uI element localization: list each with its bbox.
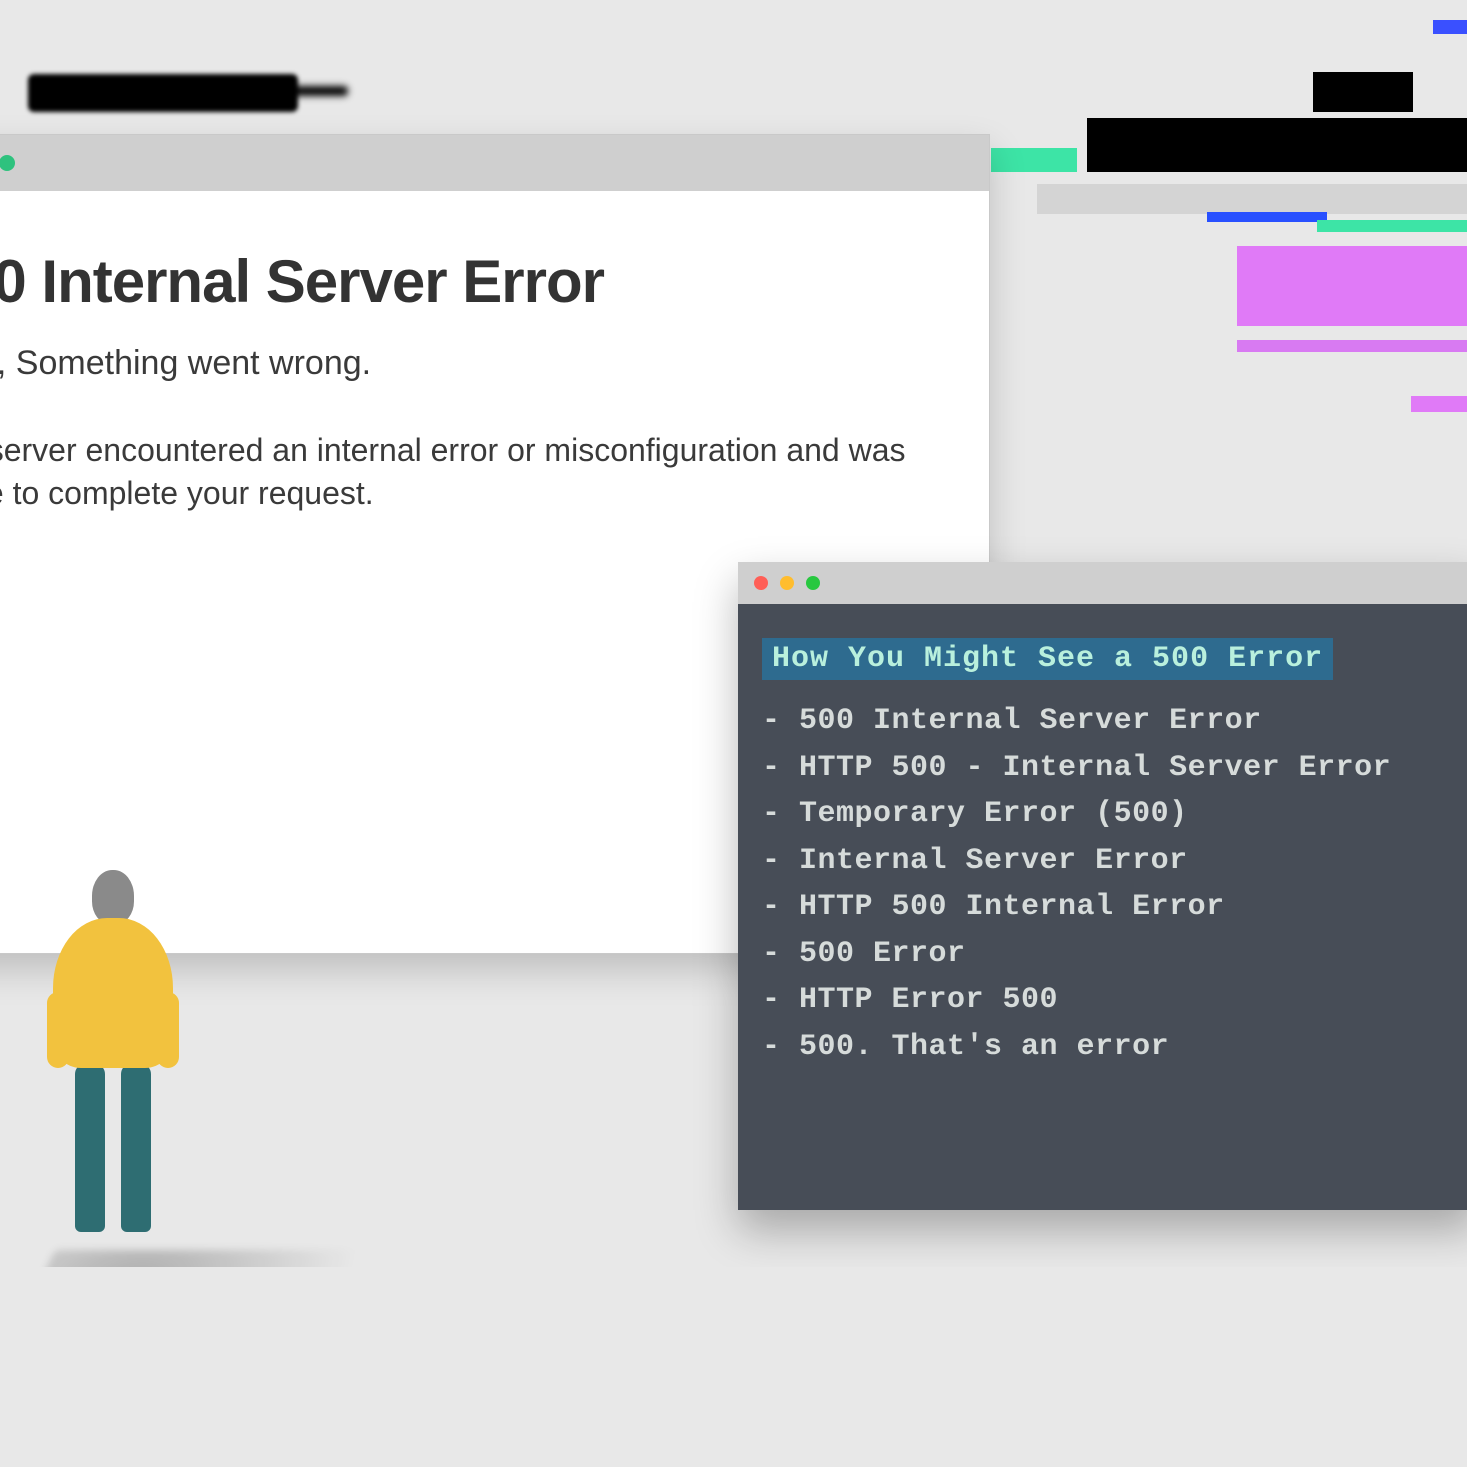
person-illustration (38, 870, 188, 1250)
letterbox-bottom (0, 1267, 1467, 1467)
error-title: 00 Internal Server Error (0, 247, 949, 316)
person-head (92, 870, 134, 924)
glitch-block (1317, 220, 1467, 232)
glitch-block (1037, 184, 1467, 214)
window-dot-icon (0, 155, 15, 171)
glitch-block (1237, 340, 1467, 352)
list-item: 500 Internal Server Error (762, 698, 1454, 745)
person-legs (38, 1064, 188, 1232)
glitch-block (1087, 118, 1467, 172)
error-detail: e server encountered an internal error o… (0, 429, 921, 515)
glitch-block (1237, 246, 1467, 326)
close-icon[interactable] (754, 576, 768, 590)
list-item: 500 Error (762, 931, 1454, 978)
terminal-window: How You Might See a 500 Error 500 Intern… (738, 562, 1467, 1210)
list-item: Temporary Error (500) (762, 791, 1454, 838)
terminal-heading: How You Might See a 500 Error (762, 638, 1333, 680)
list-item: HTTP 500 Internal Error (762, 884, 1454, 931)
browser-titlebar (0, 135, 989, 191)
glitch-block (991, 148, 1077, 172)
error-subtitle: os, Something went wrong. (0, 344, 949, 383)
terminal-list: 500 Internal Server Error HTTP 500 - Int… (762, 698, 1454, 1070)
glitch-block (1313, 72, 1413, 112)
list-item: HTTP 500 - Internal Server Error (762, 745, 1454, 792)
person-torso (53, 918, 173, 1068)
glitch-block (1433, 20, 1467, 34)
person-leg (75, 1064, 105, 1232)
terminal-titlebar (738, 562, 1467, 604)
person-leg (121, 1064, 151, 1232)
terminal-body: How You Might See a 500 Error 500 Intern… (738, 604, 1467, 1210)
glitch-block (1411, 396, 1467, 412)
browser-content: 00 Internal Server Error os, Something w… (0, 191, 989, 555)
list-item: HTTP Error 500 (762, 977, 1454, 1024)
list-item: 500. That's an error (762, 1024, 1454, 1071)
list-item: Internal Server Error (762, 838, 1454, 885)
minimize-icon[interactable] (780, 576, 794, 590)
maximize-icon[interactable] (806, 576, 820, 590)
glitch-smear (28, 74, 298, 112)
glitch-block (1207, 212, 1327, 222)
